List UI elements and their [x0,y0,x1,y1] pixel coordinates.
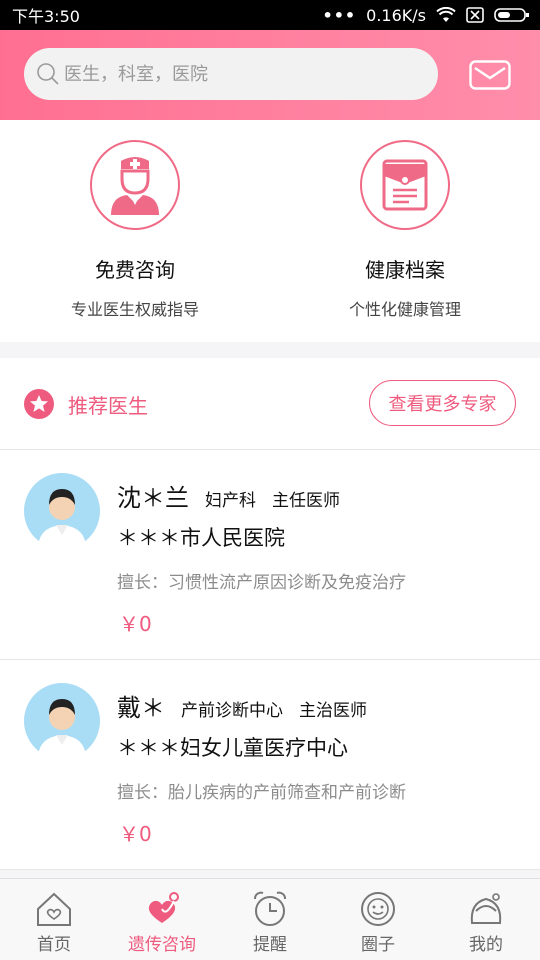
search-icon [37,63,59,85]
doctor-name: 戴＊ [117,694,165,722]
recommended-title: 推荐医生 [68,394,148,418]
network-speed: 0.16K/s [366,5,426,25]
tab-label: 我的 [469,935,503,955]
alarm-clock-icon [254,891,286,926]
star-badge-icon [24,389,54,419]
doctor-name-line: 沈＊兰 妇产科 主任医师 [117,478,340,513]
service-subtitle: 个性化健康管理 [348,300,461,319]
wifi-icon [436,7,456,22]
doctor-title: 主治医师 [299,701,367,721]
tab-label: 圈子 [361,935,395,955]
free-consult-entry[interactable]: 免费咨询 专业医生权威指导 [0,120,270,342]
doctor-hospital: ＊＊＊妇女儿童医疗中心 [117,736,348,760]
doctor-price: ￥0 [119,822,152,846]
doctor-specialty: 擅长：胎儿疾病的产前筛查和产前诊断 [117,783,406,803]
battery-icon [494,8,529,22]
tab-label: 首页 [37,935,71,955]
tab-genetic-consult[interactable]: 遗传咨询 [108,879,216,960]
doctor-title: 主任医师 [272,491,340,511]
girl-face-icon [470,893,502,924]
header [0,30,540,120]
tab-mine[interactable]: 我的 [432,879,540,960]
doctor-name-line: 戴＊ 产前诊断中心 主治医师 [117,688,367,723]
heart-stethoscope-icon [148,892,179,923]
home-icon [37,892,71,926]
archive-folder-icon [382,159,428,211]
search-bar[interactable] [24,48,438,100]
tab-home[interactable]: 首页 [0,879,108,960]
mail-icon [469,60,511,90]
doctor-price: ￥0 [119,612,152,636]
status-bar: 下午3:50 ••• 0.16K/s [0,0,540,30]
doctor-icon [111,157,159,215]
doctor-avatar-icon [24,683,100,759]
message-button[interactable] [469,60,511,90]
doctor-card[interactable]: 沈＊兰 妇产科 主任医师 ＊＊＊市人民医院 擅长：习惯性流产原因诊断及免疫治疗 … [0,450,540,660]
doctor-hospital: ＊＊＊市人民医院 [117,526,285,550]
health-record-entry[interactable]: 健康档案 个性化健康管理 [270,120,540,342]
status-indicators: ••• 0.16K/s [322,6,530,25]
search-input[interactable] [64,63,404,85]
service-subtitle: 专业医生权威指导 [70,300,199,319]
status-time: 下午3:50 [12,7,80,26]
more-experts-button[interactable]: 查看更多专家 [369,380,516,426]
doctor-list: 沈＊兰 妇产科 主任医师 ＊＊＊市人民医院 擅长：习惯性流产原因诊断及免疫治疗 … [0,450,540,870]
doctor-card[interactable]: 戴＊ 产前诊断中心 主治医师 ＊＊＊妇女儿童医疗中心 擅长：胎儿疾病的产前筛查和… [0,660,540,870]
recommended-header: 推荐医生 查看更多专家 [0,358,540,450]
service-title: 健康档案 [365,258,445,282]
service-title: 免费咨询 [95,258,175,282]
archive-icon-circle [360,140,450,230]
signal-dots-icon: ••• [322,5,357,25]
doctor-department: 妇产科 [205,491,256,511]
tab-circle[interactable]: 圈子 [324,879,432,960]
doctor-name: 沈＊兰 [117,484,189,512]
no-sim-icon [466,7,484,23]
tab-label: 遗传咨询 [128,935,196,955]
tab-reminder[interactable]: 提醒 [216,879,324,960]
smiley-icon [361,892,395,926]
doctor-department: 产前诊断中心 [181,701,283,721]
tab-label: 提醒 [253,935,287,955]
doctor-avatar-icon [24,473,100,549]
service-section: 免费咨询 专业医生权威指导 健康档案 个性化健康管理 [0,120,540,342]
doctor-icon-circle [90,140,180,230]
bottom-tab-bar: 首页 遗传咨询 提醒 圈子 我的 [0,878,540,960]
doctor-specialty: 擅长：习惯性流产原因诊断及免疫治疗 [117,573,406,593]
